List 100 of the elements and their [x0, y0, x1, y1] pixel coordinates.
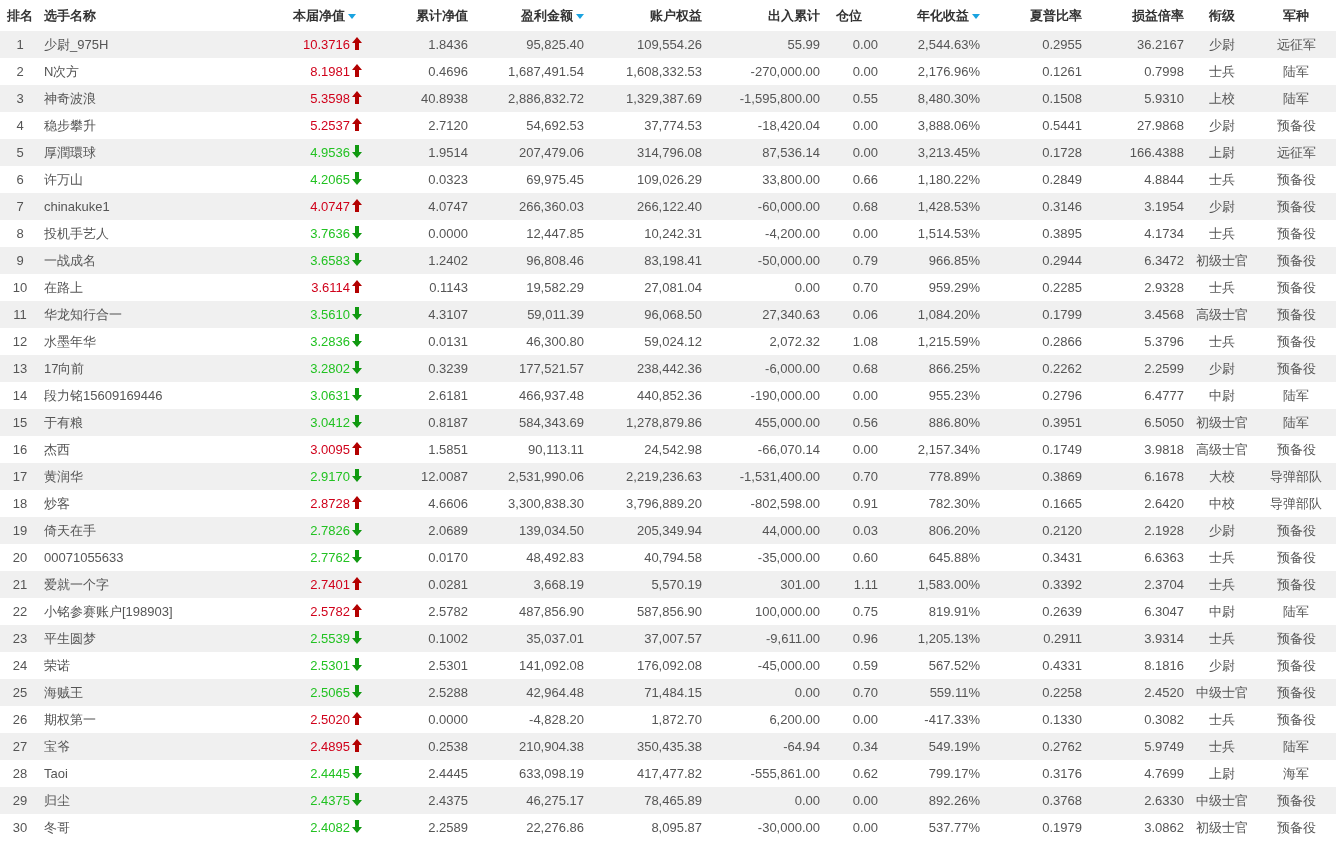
table-cell: 78,465.89 [644, 792, 702, 808]
table-cell: 12,447.85 [526, 225, 584, 241]
table-cell: 71,484.15 [644, 684, 702, 700]
table-cell: 士兵 [1209, 279, 1235, 295]
table-cell: 0.2866 [1042, 333, 1082, 349]
table-cell: 0.70 [852, 279, 878, 295]
table-cell: 1,180.22% [917, 171, 980, 187]
table-cell: 0.2120 [1042, 522, 1082, 538]
table-cell: -60,000.00 [757, 198, 820, 214]
table-cell: 266,360.03 [518, 198, 584, 214]
table-cell: 96,068.50 [644, 306, 702, 322]
table-cell: 0.06 [852, 306, 878, 322]
table-cell: 0.3176 [1042, 765, 1082, 781]
table-cell: -18,420.04 [757, 117, 820, 133]
table-cell: 0.55 [852, 90, 878, 106]
player-name: 17向前 [44, 360, 85, 376]
player-name: 平生圆梦 [44, 630, 96, 646]
table-cell: 6.4777 [1144, 387, 1184, 403]
table-cell: 0.0281 [428, 576, 468, 592]
table-cell: 314,796.08 [636, 144, 702, 160]
table-cell: -190,000.00 [750, 387, 820, 403]
table-cell: -4,200.00 [765, 225, 820, 241]
table-cell: 0.1330 [1042, 711, 1082, 727]
table-cell: 导弹部队 [1270, 495, 1322, 511]
table-cell: 13 [12, 360, 28, 376]
table-cell: 0.59 [852, 657, 878, 673]
table-cell: 44,000.00 [762, 522, 820, 538]
table-cell: 27,081.04 [644, 279, 702, 295]
table-cell: 1,205.13% [917, 630, 980, 646]
table-cell: 205,349.94 [636, 522, 702, 538]
table-cell: 12 [12, 333, 28, 349]
table-cell: 36.2167 [1137, 36, 1184, 52]
table-cell: 2.7401 [310, 576, 350, 592]
table-cell: 487,856.90 [518, 603, 584, 619]
table-cell: 士兵 [1209, 576, 1235, 592]
table-cell: 2.5782 [310, 603, 350, 619]
table-cell: 预备役 [1276, 360, 1316, 376]
table-cell: 5.3598 [310, 90, 350, 106]
table-cell: 69,975.45 [526, 171, 584, 187]
table-cell: 远征军 [1276, 36, 1316, 52]
table-cell: 9 [16, 252, 24, 268]
table-cell: 587,856.90 [636, 603, 702, 619]
table-cell: 士兵 [1209, 738, 1235, 754]
table-cell: -1,531,400.00 [739, 468, 820, 484]
column-header[interactable]: 年化收益 [917, 7, 969, 23]
column-header: 损益倍率 [1132, 7, 1184, 23]
player-name: Taoi [44, 765, 68, 781]
table-cell: 0.3431 [1042, 549, 1082, 565]
table-cell: 0.1728 [1042, 144, 1082, 160]
table-cell: 176,092.08 [636, 657, 702, 673]
table-cell: 0.0000 [428, 225, 468, 241]
column-header: 排名 [7, 7, 33, 23]
table-cell: 1.2402 [428, 252, 468, 268]
table-cell: 866.25% [928, 360, 980, 376]
player-name: chinakuke1 [44, 198, 110, 214]
table-cell: 0.00 [852, 711, 878, 727]
table-cell: 177,521.57 [518, 360, 584, 376]
table-cell: -9,611.00 [766, 630, 820, 646]
table-cell: 42,964.48 [526, 684, 584, 700]
table-cell: 40.8938 [421, 90, 468, 106]
table-cell: 0.4331 [1042, 657, 1082, 673]
table-cell: 83,198.41 [644, 252, 702, 268]
table-cell: 2.4082 [310, 819, 350, 835]
table-cell: 139,034.50 [518, 522, 584, 538]
table-cell: 55.99 [787, 36, 820, 52]
table-cell: 远征军 [1276, 144, 1316, 160]
table-cell: 0.2762 [1042, 738, 1082, 754]
table-cell: 95,825.40 [526, 36, 584, 52]
table-cell: 0.2849 [1042, 171, 1082, 187]
table-cell: 2,176.96% [917, 63, 980, 79]
table-cell: 0.3869 [1042, 468, 1082, 484]
table-cell: 1.11 [853, 576, 878, 592]
table-cell: 2.4375 [428, 792, 468, 808]
table-cell: 782.30% [928, 495, 980, 511]
column-header[interactable]: 本届净值 [293, 7, 345, 23]
table-cell: 导弹部队 [1270, 468, 1322, 484]
table-cell: 966.85% [928, 252, 980, 268]
table-cell: 2,531,990.06 [508, 468, 584, 484]
table-cell: 中校 [1209, 495, 1235, 511]
table-cell: 海军 [1283, 765, 1309, 781]
table-cell: 3,888.06% [917, 117, 980, 133]
table-cell: 0.00 [852, 36, 878, 52]
table-cell: 90,113.11 [528, 441, 584, 457]
player-name: 一战成名 [44, 252, 96, 268]
table-cell: 28 [12, 765, 28, 781]
table-cell: 预备役 [1276, 711, 1316, 727]
table-cell: 0.00 [794, 279, 820, 295]
column-header[interactable]: 盈利金额 [521, 7, 573, 23]
player-name: 炒客 [44, 495, 70, 511]
table-cell: 2.4445 [310, 765, 350, 781]
table-cell: 2.7762 [310, 549, 350, 565]
table-cell: 1,329,387.69 [626, 90, 702, 106]
table-cell: 4.2065 [310, 171, 350, 187]
table-cell: 4.3107 [428, 306, 468, 322]
player-name: 少尉_975H [44, 36, 109, 52]
table-cell: 0.3082 [1144, 711, 1184, 727]
table-cell: 0.00 [852, 387, 878, 403]
table-cell: 2.2589 [428, 819, 468, 835]
table-cell: 0.2285 [1042, 279, 1082, 295]
table-cell: 210,904.38 [518, 738, 584, 754]
